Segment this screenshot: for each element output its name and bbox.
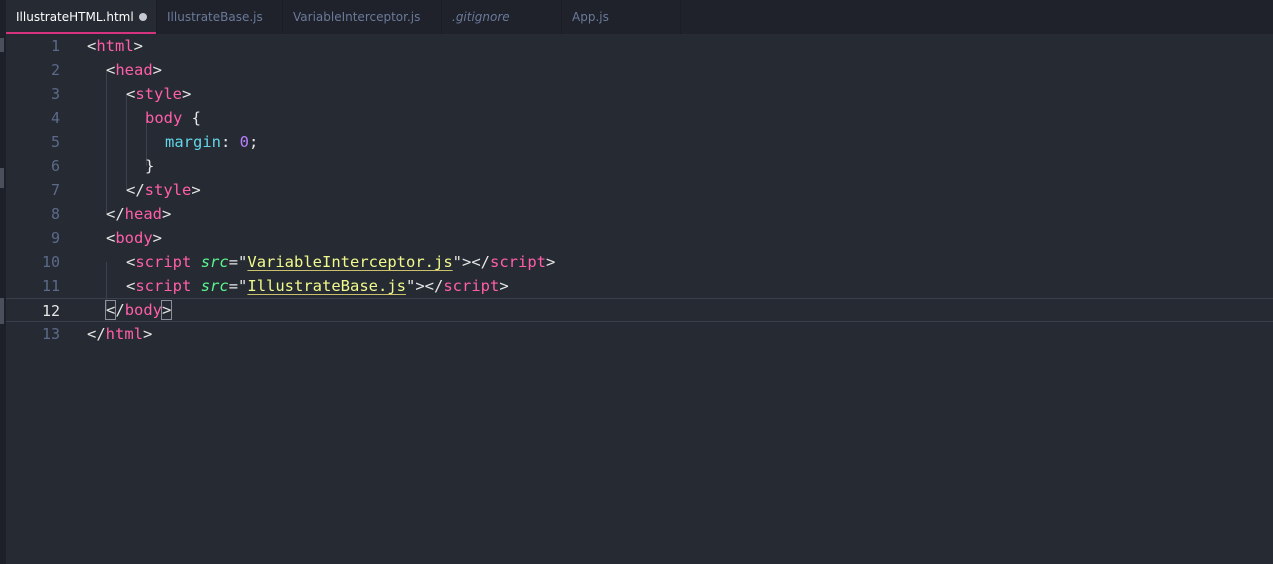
code-area[interactable]: 1 <html> 2 <head> 3 <style> 4 body { 5 m… (6, 34, 1273, 564)
code-text: </body> (104, 300, 173, 320)
code-line: 1 <html> (6, 34, 1273, 58)
code-editor-window: IllustrateHTML.html IllustrateBase.js Va… (0, 0, 1273, 564)
code-line: 9 <body> (6, 226, 1273, 250)
side-panel-marker (0, 38, 4, 52)
line-number: 12 (41, 302, 60, 320)
line-number: 13 (41, 325, 60, 343)
code-line: 5 margin: 0; (6, 130, 1273, 154)
code-line: 7 </style> (6, 178, 1273, 202)
side-panel-marker (0, 168, 4, 188)
unsaved-dot-icon[interactable] (139, 13, 147, 21)
code-line: 8 </head> (6, 202, 1273, 226)
code-text: </style> (126, 181, 201, 199)
file-link: VariableInterceptor.js (247, 253, 453, 271)
code-line: 2 <head> (6, 58, 1273, 82)
code-line: 6 } (6, 154, 1273, 178)
line-number: 8 (50, 205, 60, 223)
tab-label: App.js (572, 10, 609, 24)
line-number: 4 (50, 109, 60, 127)
tab-bar-empty-area[interactable] (681, 0, 1273, 34)
current-code-line: 12 </body> (6, 298, 1273, 322)
tab-bar: IllustrateHTML.html IllustrateBase.js Va… (6, 0, 1273, 35)
code-text: body { (145, 109, 201, 127)
line-number: 1 (50, 37, 60, 55)
file-link: IllustrateBase.js (247, 277, 406, 295)
bracket-match-close: > (160, 300, 173, 320)
tab-illustrate-base[interactable]: IllustrateBase.js (157, 0, 283, 34)
line-number: 2 (50, 61, 60, 79)
code-text: <body> (106, 229, 163, 247)
line-number: 11 (41, 277, 60, 295)
line-number: 9 (50, 229, 60, 247)
tab-label: IllustrateHTML.html (16, 10, 134, 24)
code-text: <html> (87, 37, 144, 55)
line-number: 10 (41, 253, 60, 271)
code-text: </html> (87, 325, 153, 343)
code-line: 4 body { (6, 106, 1273, 130)
code-text: <script src="VariableInterceptor.js"></s… (126, 253, 556, 271)
tab-app-js[interactable]: App.js (562, 0, 681, 34)
tab-label: .gitignore (452, 10, 510, 24)
code-text: <script src="IllustrateBase.js"></script… (126, 277, 509, 295)
code-text: </head> (106, 205, 172, 223)
line-number: 7 (50, 181, 60, 199)
tab-label: IllustrateBase.js (167, 10, 263, 24)
bracket-match-open: < (104, 300, 117, 320)
line-number: 3 (50, 85, 60, 103)
line-number: 5 (50, 133, 60, 151)
line-number: 6 (50, 157, 60, 175)
tab-label: VariableInterceptor.js (293, 10, 421, 24)
tab-gitignore[interactable]: .gitignore (442, 0, 562, 34)
code-line: 3 <style> (6, 82, 1273, 106)
code-text: <head> (106, 61, 163, 79)
code-text: } (145, 157, 155, 175)
code-line: 10 <script src="VariableInterceptor.js">… (6, 250, 1273, 274)
code-line: 11 <script src="IllustrateBase.js"></scr… (6, 274, 1273, 298)
tab-variable-interceptor[interactable]: VariableInterceptor.js (283, 0, 442, 34)
code-text: margin: 0; (165, 133, 259, 151)
code-line: 13 </html> (6, 322, 1273, 346)
code-text: <style> (126, 85, 192, 103)
tab-illustrate-html[interactable]: IllustrateHTML.html (6, 0, 157, 34)
side-panel-marker (0, 298, 4, 324)
